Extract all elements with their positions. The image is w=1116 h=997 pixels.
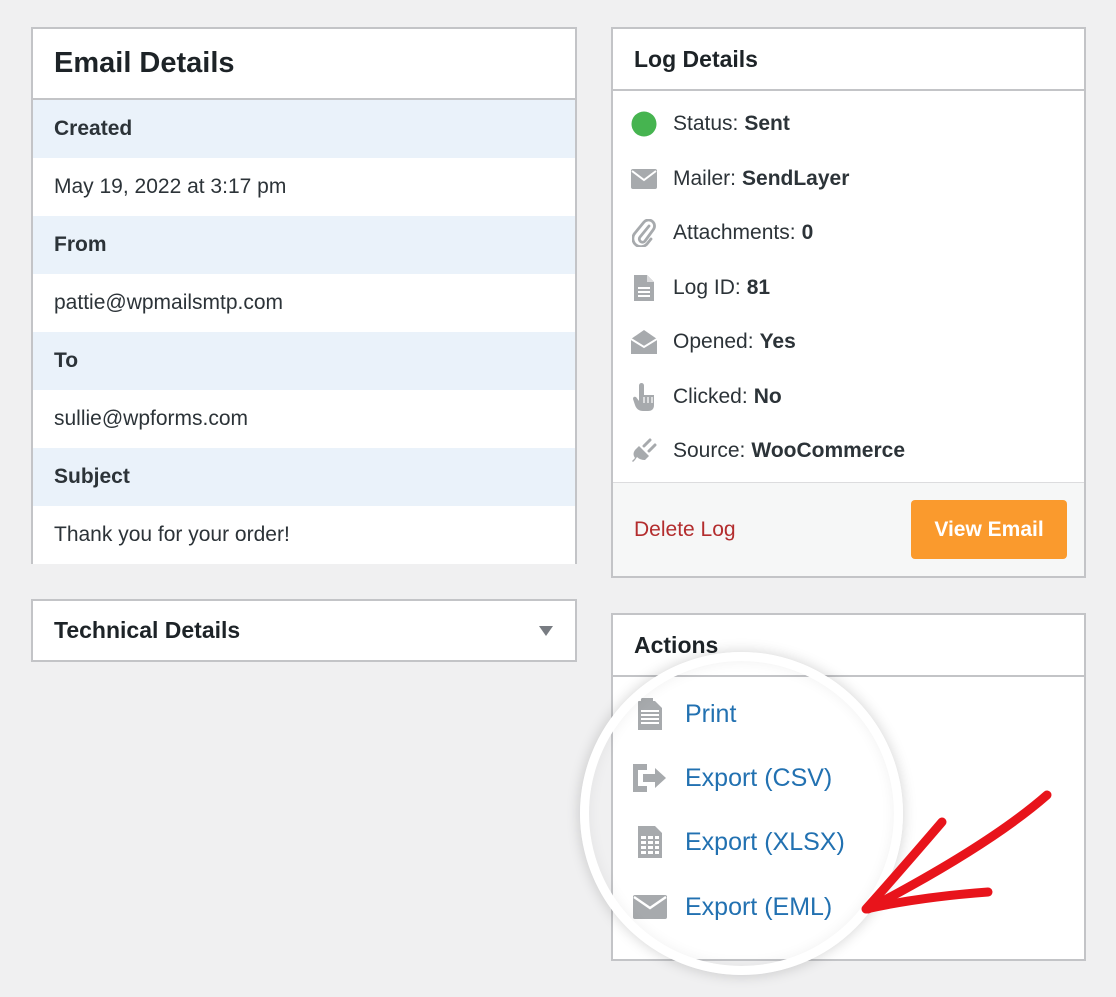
opened-value: Yes: [759, 330, 796, 354]
log-details-header: Log Details: [613, 29, 1084, 91]
log-row-source: Source: WooCommerce: [613, 424, 1084, 479]
caret-down-icon[interactable]: [539, 625, 553, 636]
technical-details-panel[interactable]: Technical Details: [31, 599, 577, 662]
technical-details-toggle[interactable]: Technical Details: [33, 601, 575, 660]
log-details-footer: Delete Log View Email: [613, 482, 1084, 576]
status-label: Status:: [673, 112, 739, 136]
log-row-attachments: Attachments: 0: [613, 206, 1084, 261]
spreadsheet-icon: [633, 825, 667, 859]
email-details-title: Email Details: [54, 47, 235, 79]
print-link[interactable]: Print: [685, 700, 736, 729]
clicked-label: Clicked:: [673, 384, 748, 408]
action-export-csv[interactable]: Export (CSV): [633, 761, 832, 795]
export-arrow-icon: [633, 761, 667, 795]
to-label: To: [33, 332, 575, 390]
technical-details-title: Technical Details: [54, 617, 241, 643]
plug-icon: [630, 437, 658, 465]
log-details-list: Status: Sent Mailer: SendLayer Attachmen…: [613, 91, 1084, 486]
delete-log-link[interactable]: Delete Log: [634, 518, 736, 542]
document-icon: [630, 274, 658, 302]
opened-label: Opened:: [673, 330, 754, 354]
open-envelope-icon: [630, 328, 658, 356]
subject-label: Subject: [33, 448, 575, 506]
attachments-label: Attachments:: [673, 221, 796, 245]
export-xlsx-link[interactable]: Export (XLSX): [685, 828, 845, 857]
subject-value: Thank you for your order!: [33, 506, 575, 564]
mailer-label: Mailer:: [673, 166, 737, 190]
log-row-mailer: Mailer: SendLayer: [613, 152, 1084, 207]
action-export-eml[interactable]: Export (EML): [633, 890, 832, 924]
envelope-icon: [630, 165, 658, 193]
actions-panel: Actions Print Export (CSV) Export (XLSX)…: [611, 613, 1086, 961]
clicked-value: No: [753, 384, 782, 408]
print-document-icon: [633, 697, 667, 731]
log-row-opened: Opened: Yes: [613, 315, 1084, 370]
export-eml-link[interactable]: Export (EML): [685, 893, 832, 922]
paperclip-icon: [630, 219, 658, 248]
log-row-clicked: Clicked: No: [613, 370, 1084, 425]
source-value: WooCommerce: [751, 439, 906, 463]
envelope-icon: [633, 890, 667, 924]
view-email-button[interactable]: View Email: [911, 500, 1067, 559]
log-id-label: Log ID:: [673, 275, 741, 299]
pointer-hand-icon: [630, 382, 658, 411]
created-value: May 19, 2022 at 3:17 pm: [33, 158, 575, 216]
export-csv-link[interactable]: Export (CSV): [685, 764, 832, 793]
action-export-xlsx[interactable]: Export (XLSX): [633, 825, 845, 859]
from-value: pattie@wpmailsmtp.com: [33, 274, 575, 332]
source-label: Source:: [673, 439, 746, 463]
log-row-status: Status: Sent: [613, 97, 1084, 152]
status-dot-icon: [630, 110, 658, 138]
email-details-panel: Email Details Created May 19, 2022 at 3:…: [31, 27, 577, 564]
email-details-header: Email Details: [33, 29, 575, 100]
log-details-title: Log Details: [634, 45, 758, 72]
actions-title: Actions: [634, 631, 719, 658]
from-label: From: [33, 216, 575, 274]
mailer-value: SendLayer: [742, 166, 850, 190]
log-id-value: 81: [746, 275, 771, 299]
log-details-panel: Log Details Status: Sent Mailer: SendLay…: [611, 27, 1086, 578]
created-label: Created: [33, 100, 575, 158]
to-value: sullie@wpforms.com: [33, 390, 575, 448]
log-row-log-id: Log ID: 81: [613, 261, 1084, 316]
attachments-value: 0: [801, 221, 814, 245]
actions-header: Actions: [613, 615, 1084, 677]
action-print[interactable]: Print: [633, 697, 736, 731]
status-value: Sent: [744, 112, 790, 136]
